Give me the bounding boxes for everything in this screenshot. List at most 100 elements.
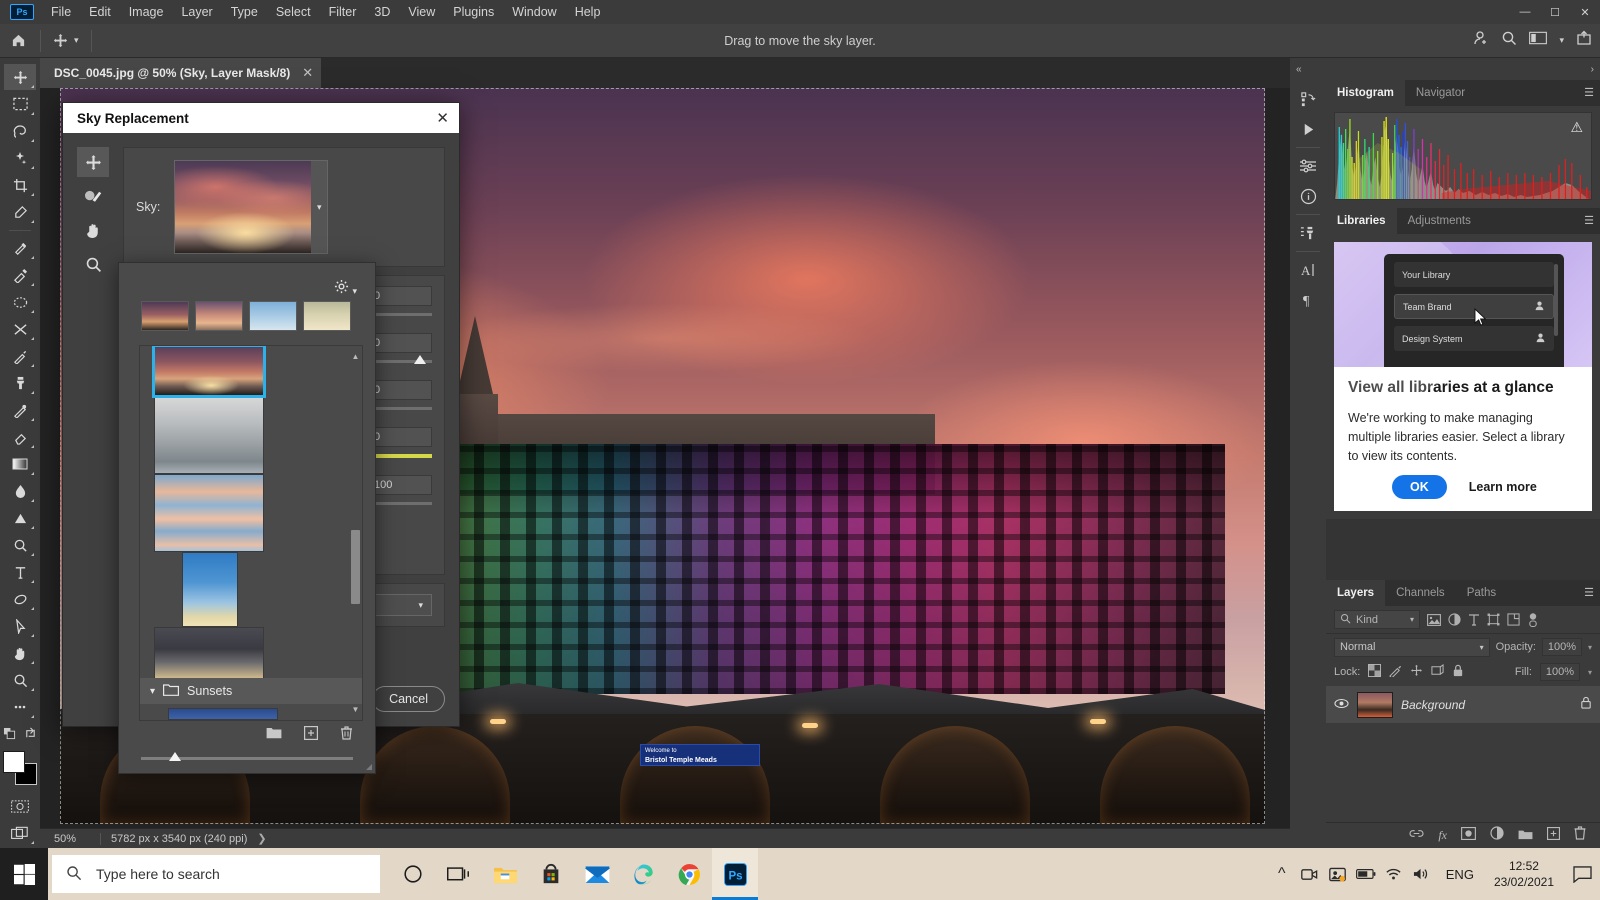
cached-data-warning-icon[interactable]: ⚠ xyxy=(1570,119,1583,136)
dialog-title-bar[interactable]: Sky Replacement ✕ xyxy=(63,103,459,133)
chevron-right-icon[interactable]: › xyxy=(1591,64,1594,75)
home-icon[interactable] xyxy=(0,24,36,58)
lock-artboard-icon[interactable] xyxy=(1431,663,1444,680)
tab-paths[interactable]: Paths xyxy=(1455,580,1508,606)
menu-3d[interactable]: 3D xyxy=(365,2,399,22)
clone-source-icon[interactable] xyxy=(1293,218,1323,248)
windows-start-icon[interactable] xyxy=(0,848,48,900)
tab-histogram[interactable]: Histogram xyxy=(1326,80,1405,106)
opacity-value[interactable]: 100% xyxy=(1541,638,1582,656)
preset-list[interactable]: ▾ Sunsets ▲ ▼ xyxy=(139,345,363,721)
frame-tool[interactable] xyxy=(4,289,36,315)
lock-all-icon[interactable] xyxy=(1452,664,1464,680)
slider-value[interactable]: 0 xyxy=(368,427,432,447)
cloud-upload-icon[interactable] xyxy=(1576,30,1592,51)
slider-knob[interactable] xyxy=(168,752,181,761)
chevron-down-icon[interactable]: ▾ xyxy=(74,35,79,46)
menu-select[interactable]: Select xyxy=(267,2,320,22)
menu-type[interactable]: Type xyxy=(222,2,267,22)
blend-mode-select[interactable]: Normal ▾ xyxy=(1334,637,1490,657)
table-row[interactable]: Background xyxy=(1326,686,1600,724)
more-tools-icon[interactable] xyxy=(4,694,36,720)
libraries-learn-more-link[interactable]: Learn more xyxy=(1469,480,1537,494)
lock-transparency-icon[interactable] xyxy=(1368,664,1382,680)
clock[interactable]: 12:52 23/02/2021 xyxy=(1484,858,1564,890)
move-tool[interactable] xyxy=(4,64,36,90)
lock-position-icon[interactable] xyxy=(1410,664,1423,680)
preset-sunset-1[interactable] xyxy=(152,346,266,398)
scroll-down-icon[interactable]: ▼ xyxy=(351,705,360,714)
tab-adjustments[interactable]: Adjustments xyxy=(1396,208,1482,234)
menu-help[interactable]: Help xyxy=(566,2,610,22)
paragraph-icon[interactable]: ¶ xyxy=(1293,285,1323,315)
panel-menu-icon[interactable]: ☰ xyxy=(1584,86,1594,99)
layer-visibility-icon[interactable] xyxy=(1334,696,1349,714)
zoom-tool[interactable] xyxy=(4,667,36,693)
share-user-icon[interactable] xyxy=(1473,30,1489,51)
type-tool[interactable] xyxy=(4,559,36,585)
screen-mode-icon[interactable] xyxy=(4,820,36,846)
layer-thumbnail[interactable] xyxy=(1357,691,1393,718)
slider-value[interactable]: 0 xyxy=(368,380,432,400)
dodge-tool[interactable] xyxy=(4,505,36,531)
panel-menu-icon[interactable]: ☰ xyxy=(1584,586,1594,599)
adjustment-layer-icon[interactable] xyxy=(1490,826,1504,845)
object-selection-tool[interactable] xyxy=(4,145,36,171)
maximize-button[interactable]: ☐ xyxy=(1540,0,1570,24)
chevron-down-icon[interactable]: ▾ xyxy=(418,600,423,611)
rectangular-marquee-tool[interactable] xyxy=(4,91,36,117)
close-button[interactable]: ✕ xyxy=(1570,0,1600,24)
chevron-down-icon[interactable]: ▾ xyxy=(1410,615,1414,624)
character-icon[interactable]: A xyxy=(1293,255,1323,285)
workspace-icon[interactable] xyxy=(1529,31,1548,50)
recent-preset-4[interactable] xyxy=(303,301,351,331)
adjustments-icon[interactable] xyxy=(1293,151,1323,181)
menu-view[interactable]: View xyxy=(399,2,444,22)
chrome-icon[interactable] xyxy=(666,848,712,900)
tab-navigator[interactable]: Navigator xyxy=(1404,80,1477,106)
search-icon[interactable] xyxy=(1501,30,1517,51)
lock-image-icon[interactable] xyxy=(1389,664,1402,680)
preset-dramatic-sunset-3[interactable] xyxy=(154,474,264,552)
menu-edit[interactable]: Edit xyxy=(80,2,120,22)
clone-stamp-tool[interactable] xyxy=(4,370,36,396)
preset-scrollbar[interactable]: ▲ ▼ xyxy=(351,352,360,714)
lock-all-icon[interactable] xyxy=(1580,696,1592,714)
slider-value[interactable]: 0 xyxy=(368,333,432,353)
foreground-color-swatch[interactable] xyxy=(3,751,25,773)
menu-filter[interactable]: Filter xyxy=(320,2,366,22)
smartobject-filter-icon[interactable] xyxy=(1507,613,1520,626)
mail-icon[interactable] xyxy=(574,848,620,900)
pixel-filter-icon[interactable] xyxy=(1427,613,1441,626)
pen-tool[interactable] xyxy=(4,532,36,558)
double-chevron-left-icon[interactable]: « xyxy=(1296,64,1302,75)
recent-preset-3[interactable] xyxy=(249,301,297,331)
shuffle-tool[interactable] xyxy=(4,316,36,342)
sky-preset-flyout[interactable]: ▾ ▾ Sunsets ▲ ▼ xyxy=(118,262,376,774)
slider-value[interactable]: 0 xyxy=(368,286,432,306)
minimize-button[interactable]: — xyxy=(1510,0,1540,24)
thumbnail-size-slider[interactable] xyxy=(141,752,353,763)
crop-tool[interactable] xyxy=(4,172,36,198)
search-input[interactable]: Type here to search xyxy=(52,855,380,893)
scrollbar-thumb[interactable] xyxy=(351,529,360,604)
close-icon[interactable]: ✕ xyxy=(302,65,313,81)
fill-value[interactable]: 100% xyxy=(1539,663,1580,681)
new-layer-icon[interactable] xyxy=(1547,826,1561,845)
wifi-icon[interactable] xyxy=(1380,848,1408,900)
preset-overcast-2[interactable] xyxy=(154,396,264,474)
panel-menu-icon[interactable]: ☰ xyxy=(1584,214,1594,227)
move-tool-icon[interactable]: ▾ xyxy=(45,33,87,48)
blur-tool[interactable] xyxy=(4,478,36,504)
layer-name[interactable]: Background xyxy=(1401,698,1572,712)
gear-icon[interactable]: ▾ xyxy=(334,279,357,297)
history-icon[interactable] xyxy=(1293,84,1323,114)
preset-blue-sky-4[interactable] xyxy=(182,552,238,627)
sky-preset-picker[interactable]: ▾ xyxy=(174,160,329,254)
layer-style-icon[interactable]: fx xyxy=(1438,828,1447,843)
chevron-down-icon[interactable]: ▾ xyxy=(150,686,155,697)
cortana-icon[interactable] xyxy=(390,848,436,900)
brush-tool[interactable] xyxy=(4,343,36,369)
brush-tool-alt[interactable] xyxy=(4,262,36,288)
color-swatches[interactable] xyxy=(3,751,37,785)
